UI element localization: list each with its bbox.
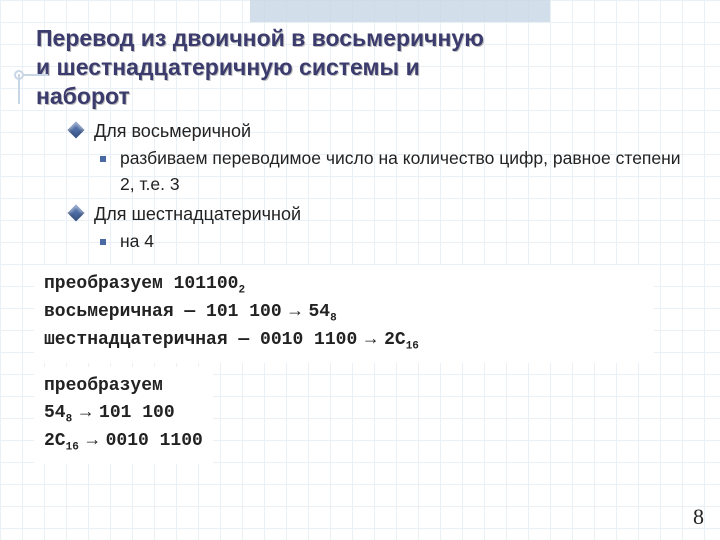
example-block-1: преобразуем 1011002 восьмеричная — 101 1… — [34, 265, 654, 363]
arrow-icon: → — [290, 299, 301, 326]
result: 101 100 — [99, 403, 175, 423]
ex1-line2: восьмеричная — 101 100 → 548 — [44, 299, 644, 327]
example-block-2: преобразуем 548→101 100 2C16→0010 1100 — [34, 367, 213, 464]
bullet-text: Для восьмеричной — [94, 121, 251, 141]
page-number: 8 — [693, 504, 704, 530]
bullet-list: Для восьмеричной разбиваем переводимое ч… — [70, 118, 684, 254]
subscript: 2 — [238, 284, 245, 296]
groups: 0010 1100 — [260, 330, 357, 350]
binary-number: 101100 — [174, 274, 239, 294]
title-line-1: Перевод из двоичной в восьмеричную — [36, 25, 484, 51]
bullet-text: Для шестнадцатеричной — [94, 204, 301, 224]
result: 2C — [384, 330, 406, 350]
subscript: 8 — [66, 413, 73, 425]
ex1-line1: преобразуем 1011002 — [44, 271, 644, 299]
slide-content: Перевод из двоичной в восьмеричную и шес… — [0, 0, 720, 464]
subscript: 8 — [330, 312, 337, 324]
bullet-hex-rule: на 4 — [70, 229, 684, 254]
number: 2C — [44, 431, 66, 451]
ex1-line3: шестнадцатеричная — 0010 1100 → 2C16 — [44, 327, 644, 355]
arrow-icon: → — [87, 428, 98, 455]
number: 54 — [44, 403, 66, 423]
arrow-icon: → — [365, 327, 376, 354]
title-line-3: наборот — [36, 83, 130, 109]
arrow-icon: → — [80, 400, 91, 427]
ex2-line2: 548 → 101 100 — [44, 400, 203, 428]
bullet-text: разбиваем переводимое число на количеств… — [120, 148, 681, 193]
subscript: 16 — [66, 442, 79, 454]
label: шестнадцатеричная — — [44, 330, 260, 350]
slide-title: Перевод из двоичной в восьмеричную и шес… — [36, 24, 684, 110]
bullet-text: на 4 — [120, 231, 154, 251]
diamond-icon — [68, 205, 85, 222]
result: 54 — [308, 302, 330, 322]
label: восьмеричная — — [44, 302, 206, 322]
ex2-line1: преобразуем — [44, 373, 203, 400]
subscript: 16 — [406, 340, 419, 352]
corner-decoration — [18, 74, 48, 104]
text: преобразуем — [44, 274, 174, 294]
result: 0010 1100 — [106, 431, 203, 451]
diamond-icon — [68, 122, 85, 139]
bullet-hex-head: Для шестнадцатеричной — [70, 201, 684, 227]
ex2-line3: 2C16 → 0010 1100 — [44, 428, 203, 456]
groups: 101 100 — [206, 302, 282, 322]
text: преобразуем — [44, 376, 163, 396]
title-line-2: и шестнадцатеричную системы и — [36, 54, 420, 80]
bullet-octal-head: Для восьмеричной — [70, 118, 684, 144]
bullet-octal-rule: разбиваем переводимое число на количеств… — [70, 146, 684, 197]
